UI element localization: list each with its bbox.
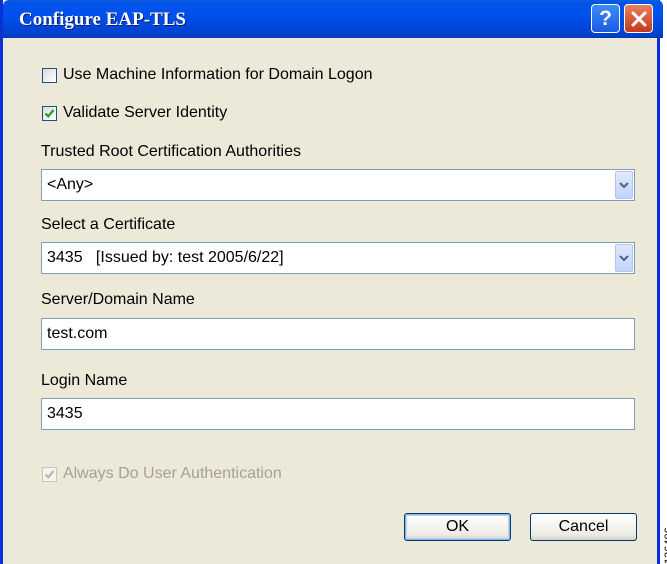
checkmark-icon: [44, 109, 55, 118]
validate-server-checkbox[interactable]: [42, 106, 57, 121]
configure-eap-tls-dialog: Configure EAP-TLS ? Use Machine Informat…: [0, 0, 663, 564]
server-domain-value: test.com: [47, 325, 108, 342]
close-icon: [631, 11, 646, 26]
certificate-dropdown[interactable]: 3435 [Issued by: test 2005/6/22]: [41, 242, 635, 274]
trusted-root-dropdown[interactable]: <Any>: [41, 169, 635, 201]
help-button[interactable]: ?: [591, 4, 620, 33]
certificate-label: Select a Certificate: [41, 216, 176, 233]
figure-side-code: 136406: [663, 528, 667, 564]
server-domain-input[interactable]: test.com: [41, 318, 635, 350]
trusted-root-label: Trusted Root Certification Authorities: [41, 143, 301, 160]
cancel-button[interactable]: Cancel: [530, 513, 637, 541]
chevron-down-icon[interactable]: [615, 171, 633, 199]
machine-info-checkbox[interactable]: [42, 68, 57, 83]
server-domain-label: Server/Domain Name: [41, 291, 195, 308]
login-name-input[interactable]: 3435: [41, 398, 635, 430]
help-icon: ?: [599, 6, 612, 30]
checkmark-icon: [44, 470, 55, 479]
machine-info-label: Use Machine Information for Domain Logon: [63, 66, 373, 83]
chevron-down-icon[interactable]: [615, 244, 633, 272]
login-name-label: Login Name: [41, 372, 128, 389]
always-user-auth-label: Always Do User Authentication: [63, 465, 282, 482]
certificate-value: 3435 [Issued by: test 2005/6/22]: [47, 249, 284, 266]
login-name-value: 3435: [47, 405, 83, 422]
ok-button[interactable]: OK: [404, 513, 511, 541]
always-user-auth-checkbox: [42, 467, 57, 482]
trusted-root-value: <Any>: [47, 176, 94, 193]
close-button[interactable]: [624, 4, 653, 33]
validate-server-label: Validate Server Identity: [63, 104, 228, 121]
title-bar[interactable]: Configure EAP-TLS ?: [3, 0, 663, 38]
window-title: Configure EAP-TLS: [19, 9, 186, 30]
